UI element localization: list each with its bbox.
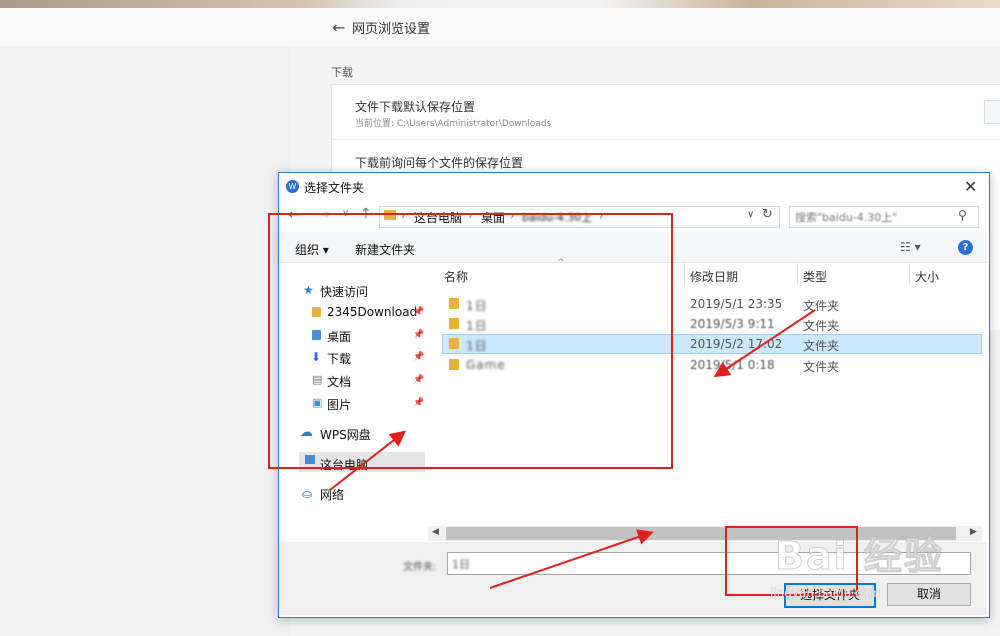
annotation-arrow	[489, 529, 654, 589]
baidu-watermark-url: jingyan.baidu.com	[770, 586, 881, 600]
annotation-arrow	[713, 309, 816, 378]
baidu-watermark-logo: Bai 经验	[775, 534, 944, 579]
annotation-arrow	[329, 430, 407, 491]
